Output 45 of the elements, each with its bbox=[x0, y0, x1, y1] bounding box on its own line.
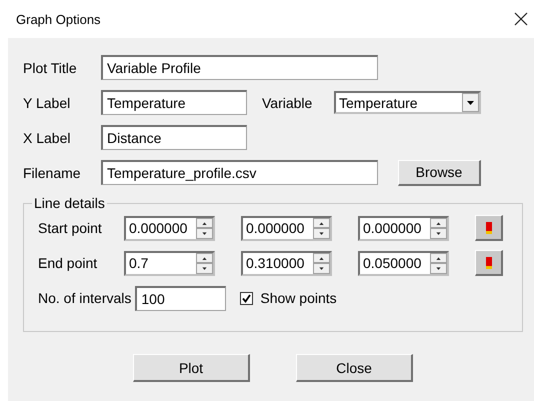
spin-field[interactable]: 0.000000 bbox=[358, 216, 449, 240]
spin-up-icon[interactable] bbox=[430, 218, 447, 228]
text-field[interactable]: Temperature bbox=[101, 90, 247, 115]
spin-down-icon[interactable] bbox=[430, 228, 447, 238]
window-title: Graph Options bbox=[16, 12, 101, 26]
spin-down-icon[interactable] bbox=[430, 263, 447, 274]
color-button[interactable] bbox=[475, 215, 503, 241]
row-label: No. of intervals bbox=[38, 290, 132, 306]
spin-up-icon[interactable] bbox=[196, 218, 213, 228]
checkbox[interactable] bbox=[240, 292, 254, 304]
spin-field[interactable]: 0.000000 bbox=[241, 216, 332, 240]
group-title: Line details bbox=[33, 195, 106, 211]
spin-up-icon[interactable] bbox=[430, 252, 447, 263]
marker-icon bbox=[486, 222, 492, 234]
text-field[interactable]: Variable Profile bbox=[101, 55, 378, 80]
field-label: Y Label bbox=[23, 94, 72, 110]
close-icon[interactable] bbox=[514, 12, 528, 26]
color-button[interactable] bbox=[475, 250, 503, 276]
row-label: Start point bbox=[38, 220, 103, 236]
text-field[interactable]: Distance bbox=[101, 125, 247, 150]
field-label: X Label bbox=[23, 130, 72, 146]
browse-button[interactable]: Browse bbox=[398, 160, 481, 186]
spin-field[interactable]: 0.310000 bbox=[241, 250, 332, 276]
spin-up-icon[interactable] bbox=[196, 252, 213, 263]
spin-down-icon[interactable] bbox=[196, 228, 213, 238]
marker-icon bbox=[486, 256, 492, 268]
field-label: Variable bbox=[262, 94, 314, 110]
spin-field[interactable]: 0.000000 bbox=[124, 216, 215, 240]
spin-up-icon[interactable] bbox=[313, 218, 330, 228]
text-field[interactable]: 100 bbox=[135, 286, 226, 310]
checkbox-label[interactable]: Show points bbox=[260, 290, 337, 306]
spin-down-icon[interactable] bbox=[313, 228, 330, 238]
field-label: Filename bbox=[23, 164, 82, 180]
variable-dropdown[interactable]: Temperature bbox=[334, 91, 481, 114]
field-label: Plot Title bbox=[23, 60, 78, 76]
text-field[interactable]: Temperature_profile.csv bbox=[101, 160, 378, 185]
dialog-button[interactable]: Close bbox=[296, 354, 413, 382]
spin-field[interactable]: 0.7 bbox=[124, 250, 215, 276]
spin-up-icon[interactable] bbox=[313, 252, 330, 263]
row-label: End point bbox=[38, 255, 98, 271]
caret-icon bbox=[467, 100, 474, 104]
spin-down-icon[interactable] bbox=[313, 263, 330, 274]
dialog-button[interactable]: Plot bbox=[133, 354, 250, 382]
spin-down-icon[interactable] bbox=[196, 263, 213, 274]
spin-field[interactable]: 0.050000 bbox=[358, 250, 449, 276]
